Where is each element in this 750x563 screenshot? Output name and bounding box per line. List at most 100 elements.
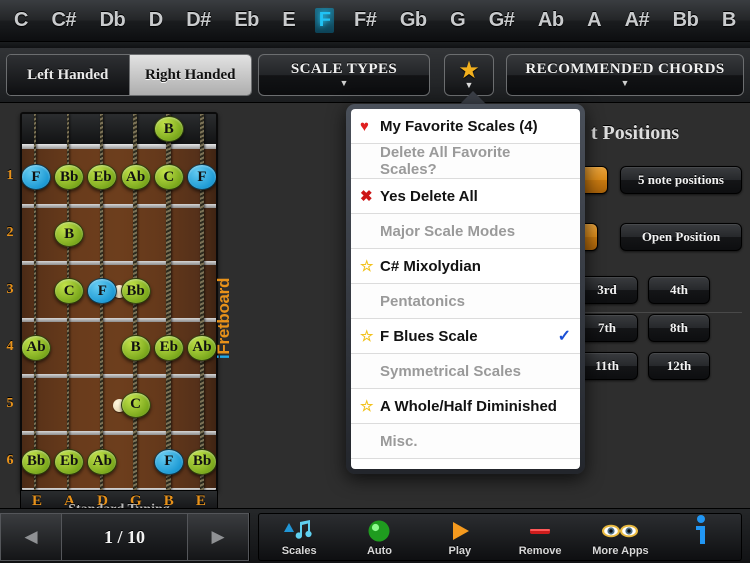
note-button-Asharp[interactable]: A# [621, 8, 654, 33]
fret-number-2: 2 [6, 225, 14, 241]
scales-label: Scales [281, 545, 317, 557]
auto-label: Auto [366, 545, 392, 557]
popover-row-label: Pentatonics [380, 292, 466, 310]
auto-button[interactable]: Auto [339, 518, 419, 557]
popover-row-label: Symmetrical Scales [380, 362, 521, 380]
heart-icon: ♥ [360, 117, 369, 135]
right-handed-option[interactable]: Right Handed [129, 55, 251, 95]
position-button-7th[interactable]: 7th [576, 314, 638, 342]
popover-row-label: F Blues Scale [380, 327, 478, 345]
popover-menu-item[interactable]: ☆B Flamenco [351, 459, 580, 470]
fretboard-note[interactable]: Eb [54, 448, 85, 475]
fretboard-panel: B F Bb Eb Ab C F B C F Bb Ab B Eb Ab C Bb Eb Ab F Bb 123456 … [0, 104, 250, 517]
left-handed-option[interactable]: Left Handed [7, 55, 130, 95]
remove-button[interactable]: Remove [500, 518, 580, 557]
popover-menu-item[interactable]: ☆ F Blues Scale ✓ [351, 319, 580, 354]
position-button-11th[interactable]: 11th [576, 352, 638, 380]
position-button-4th[interactable]: 4th [648, 276, 710, 304]
fret-wire [22, 203, 216, 208]
note-button-D[interactable]: D [145, 8, 167, 33]
info-i-icon [692, 515, 710, 544]
position-button-3rd[interactable]: 3rd [576, 276, 638, 304]
note-button-A[interactable]: A [583, 8, 605, 33]
handedness-segmented-control[interactable]: Left Handed Right Handed [6, 54, 252, 96]
page-indicator: 1 / 10 [62, 513, 187, 561]
play-triangle-icon [448, 518, 472, 544]
note-button-Gsharp[interactable]: G# [485, 8, 519, 33]
note-button-B[interactable]: B [718, 8, 740, 33]
app-brand-label: iFretboard [214, 278, 234, 359]
popover-section-header: Pentatonics [351, 284, 580, 319]
favorites-star-button[interactable]: ★ ▼ [444, 54, 494, 96]
fretboard-note[interactable]: Bb [187, 448, 216, 475]
position-button-12th[interactable]: 12th [648, 352, 710, 380]
note-button-Dsharp[interactable]: D# [182, 8, 215, 33]
more-apps-button[interactable]: More Apps [580, 518, 660, 557]
star-icon: ☆ [360, 398, 374, 415]
note-button-E[interactable]: E [278, 8, 299, 33]
note-button-Ab[interactable]: Ab [534, 8, 568, 33]
recommended-chords-label: RECOMMENDED CHORDS [525, 61, 725, 78]
star-icon: ☆ [360, 467, 380, 469]
prev-page-button[interactable]: ◀ [0, 513, 62, 561]
main-toolbar: Left Handed Right Handed SCALE TYPES ▼ ★… [0, 48, 750, 103]
recommended-chords-button[interactable]: RECOMMENDED CHORDS ▼ [506, 54, 744, 96]
note-button-Eb[interactable]: Eb [230, 8, 263, 33]
auto-loop-icon [366, 518, 392, 544]
note-button-Csharp[interactable]: C# [47, 8, 80, 33]
fretboard-note[interactable]: Ab [87, 448, 118, 475]
fret-wire [22, 317, 216, 322]
note-button-F[interactable]: F [314, 8, 335, 33]
bottom-toolbar: ◀ 1 / 10 ▶ Scales Auto Play Remove More Apps [0, 508, 750, 563]
fretboard-note[interactable]: Bb [120, 278, 151, 305]
popover-menu-item[interactable]: ✖ Yes Delete All [351, 179, 580, 214]
note-button-G[interactable]: G [446, 8, 469, 33]
note-button-C[interactable]: C [10, 8, 32, 33]
note-button-Db[interactable]: Db [96, 8, 130, 33]
fretboard[interactable]: B F Bb Eb Ab C F B C F Bb Ab B Eb Ab C Bb Eb Ab F Bb [20, 112, 218, 492]
fretboard-note[interactable]: Ab [120, 164, 151, 191]
favorites-popover: ♥ My Favorite Scales (4) Delete All Favori… [346, 91, 585, 474]
fretboard-note[interactable]: F [153, 448, 184, 475]
fretboard-note[interactable]: Eb [153, 334, 184, 361]
popover-row-label: A Whole/Half Diminished [380, 397, 557, 415]
position-button-8th[interactable]: 8th [648, 314, 710, 342]
five-note-positions-button[interactable]: 5 note positions [620, 166, 742, 194]
note-button-Gb[interactable]: Gb [396, 8, 431, 33]
fretboard-note[interactable]: B [120, 334, 151, 361]
popover-row-label: Major Scale Modes [380, 222, 516, 240]
popover-menu-item[interactable]: ☆ A Whole/Half Diminished [351, 389, 580, 424]
popover-row-label: B Flamenco [380, 468, 571, 470]
fret-number-5: 5 [6, 395, 14, 411]
play-button[interactable]: Play [420, 518, 500, 557]
scale-types-button[interactable]: SCALE TYPES ▼ [258, 54, 430, 96]
remove-label: Remove [518, 545, 562, 557]
brand-i: i [214, 354, 233, 359]
eyes-icon [601, 518, 639, 544]
popover-menu-item[interactable]: ♥ My Favorite Scales (4) [351, 109, 580, 144]
popover-list: ♥ My Favorite Scales (4) Delete All Favori… [351, 109, 580, 469]
popover-frame: ♥ My Favorite Scales (4) Delete All Favori… [346, 104, 585, 474]
fretboard-note[interactable]: B [153, 116, 184, 142]
fretboard-note[interactable]: Ab [187, 334, 216, 361]
app-root: C C# Db D D# Eb E F F# Gb G G# Ab A A# Bb B Left Handed … [0, 0, 750, 563]
info-button[interactable] [661, 515, 741, 544]
popover-section-header: Delete All Favorite Scales? [351, 144, 580, 179]
scales-button[interactable]: Scales [259, 518, 339, 557]
note-button-Fsharp[interactable]: F# [350, 8, 380, 33]
star-icon: ★ [458, 58, 480, 84]
note-button-Bb[interactable]: Bb [669, 8, 703, 33]
fretboard-note[interactable]: C [120, 391, 151, 418]
chevron-down-icon: ▼ [464, 80, 474, 90]
fretboard-note[interactable]: Bb [22, 448, 51, 475]
popover-menu-item[interactable]: ☆ C# Mixolydian [351, 249, 580, 284]
fretboard-note[interactable]: Ab [22, 334, 51, 361]
brand-rest: Fretboard [214, 277, 233, 355]
open-position-button[interactable]: Open Position [620, 223, 742, 251]
star-icon: ☆ [360, 258, 374, 275]
cross-icon: ✖ [360, 188, 373, 205]
popover-section-header: Misc. [351, 424, 580, 459]
fret-number-3: 3 [6, 282, 14, 298]
next-page-button[interactable]: ▶ [187, 513, 249, 561]
tool-buttons: Scales Auto Play Remove More Apps [258, 513, 742, 561]
